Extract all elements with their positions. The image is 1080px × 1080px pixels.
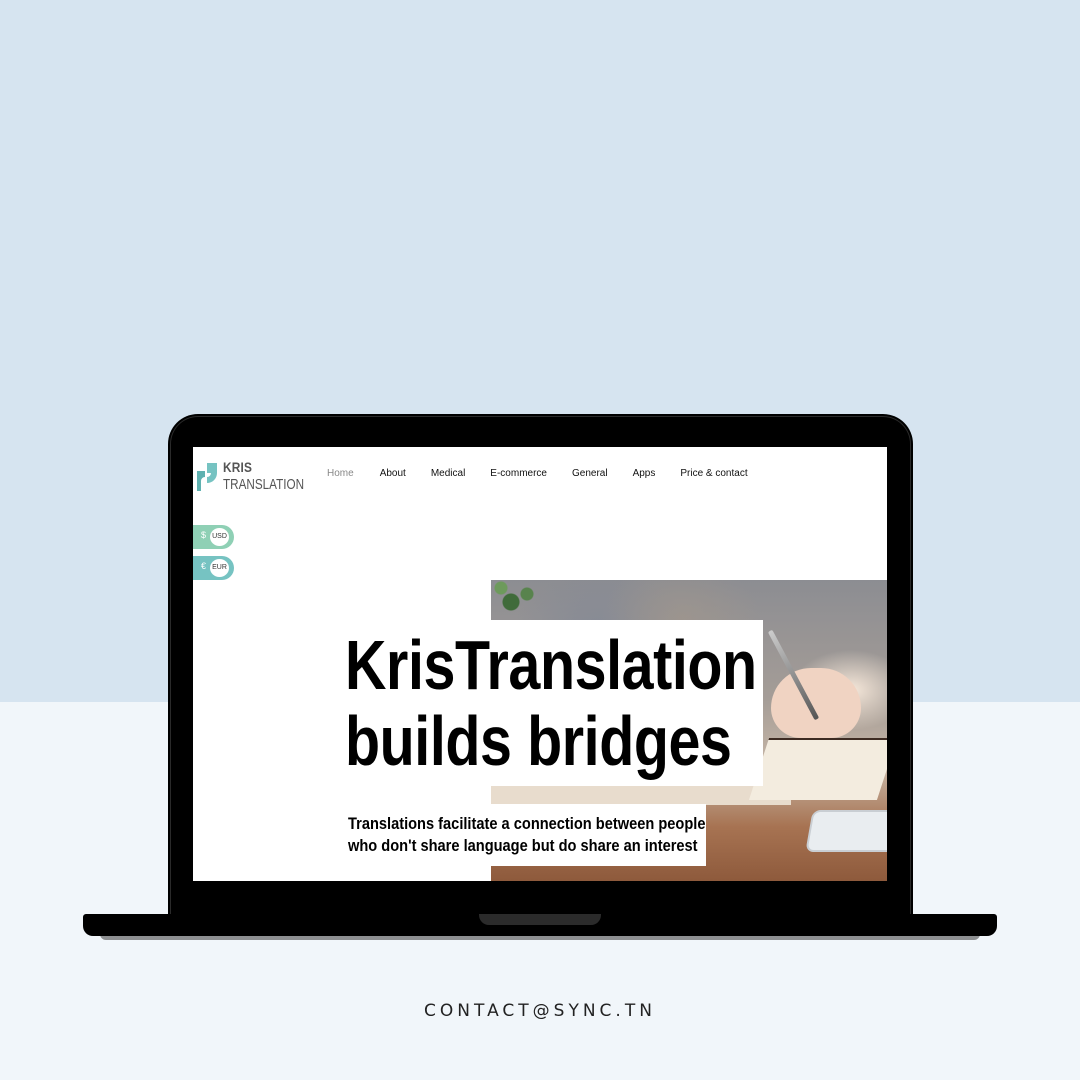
- dollar-icon: $: [201, 530, 207, 540]
- hand-image: [771, 668, 861, 738]
- hero-headline-line2: builds bridges: [345, 702, 732, 780]
- site-logo[interactable]: KRIS TRANSLATION: [195, 459, 305, 495]
- laptop-screen: KRIS TRANSLATION Home About Medical E-co…: [193, 447, 887, 881]
- laptop-notch: [479, 914, 601, 925]
- paper-image: [491, 785, 791, 805]
- currency-switch-eur[interactable]: € EUR: [193, 556, 234, 580]
- hero-headline: KrisTranslation builds bridges: [345, 627, 757, 779]
- nav-home[interactable]: Home: [327, 468, 354, 479]
- hero-subtitle: Translations facilitate a connection bet…: [348, 813, 705, 857]
- logo-text-kris: KRIS: [223, 459, 253, 475]
- nav-general[interactable]: General: [572, 468, 608, 479]
- hero-subtitle-line1: Translations facilitate a connection bet…: [348, 814, 706, 833]
- logo-text-translation: TRANSLATION: [223, 476, 305, 493]
- main-nav: Home About Medical E-commerce General Ap…: [327, 468, 748, 479]
- nav-medical[interactable]: Medical: [431, 468, 465, 479]
- nav-about[interactable]: About: [380, 468, 406, 479]
- currency-switch-usd[interactable]: $ USD: [193, 525, 234, 549]
- currency-label-usd: USD: [210, 528, 229, 546]
- contact-email[interactable]: CONTACT@SYNC.TN: [0, 1001, 1080, 1021]
- currency-label-eur: EUR: [210, 559, 229, 577]
- nav-ecommerce[interactable]: E-commerce: [490, 468, 547, 479]
- hero-headline-line1: KrisTranslation: [345, 626, 757, 704]
- nav-price-contact[interactable]: Price & contact: [680, 468, 747, 479]
- nav-apps[interactable]: Apps: [633, 468, 656, 479]
- notebook-image: [748, 738, 887, 800]
- hero-subtitle-line2: who don't share language but do share an…: [348, 836, 698, 855]
- tablet-image: [807, 812, 887, 850]
- logo-quote-icon: [197, 463, 217, 491]
- plant-image: [491, 580, 539, 624]
- euro-icon: €: [201, 561, 207, 571]
